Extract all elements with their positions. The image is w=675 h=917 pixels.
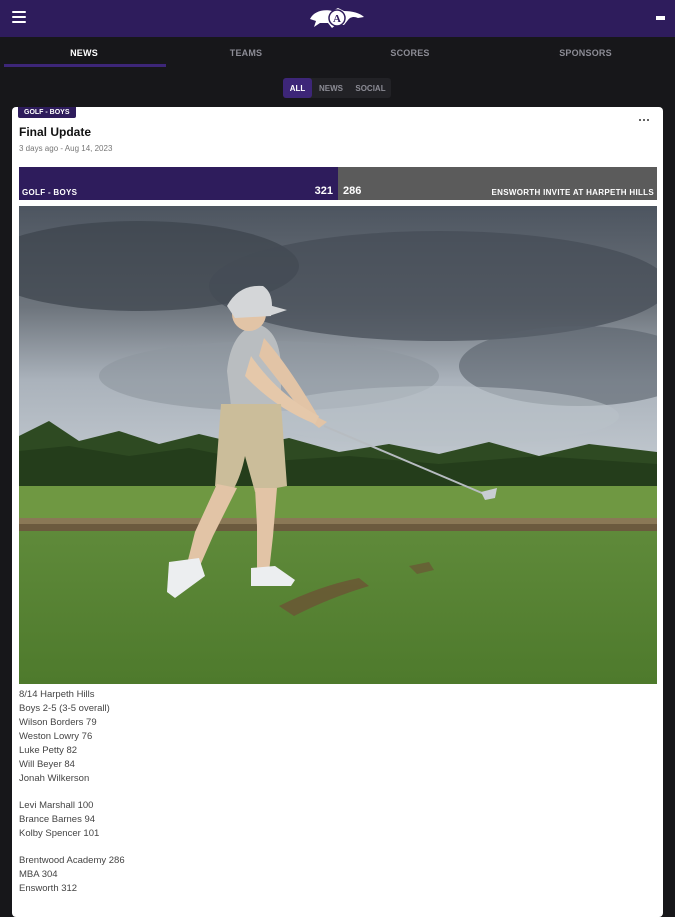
active-tab-indicator: [4, 64, 166, 67]
home-team-name: GOLF - BOYS: [22, 188, 78, 197]
home-team-panel: GOLF - BOYS 321: [19, 167, 338, 200]
post-line: Weston Lowry 76: [19, 731, 93, 742]
sport-badge: GOLF - BOYS: [18, 107, 76, 118]
home-score: 321: [314, 185, 333, 197]
score-banner[interactable]: GOLF - BOYS 321 286 ENSWORTH INVITE AT H…: [19, 167, 657, 200]
post-line: Jonah Wilkerson: [19, 773, 90, 784]
app-header: A: [0, 0, 675, 37]
post-line: Brance Barnes 94: [19, 814, 96, 825]
card-more-icon[interactable]: [638, 118, 652, 124]
post-body: 8/14 Harpeth Hills Boys 2-5 (3-5 overall…: [19, 688, 639, 896]
post-line: Wilson Borders 79: [19, 717, 97, 728]
post-line: Kolby Spencer 101: [19, 828, 100, 839]
event-name: ENSWORTH INVITE AT HARPETH HILLS: [491, 188, 654, 197]
post-line: Will Beyer 84: [19, 759, 75, 770]
hamburger-menu-icon[interactable]: [12, 11, 26, 25]
post-line: Boys 2-5 (3-5 overall): [19, 703, 110, 714]
post-line: Brentwood Academy 286: [19, 855, 125, 866]
post-title: Final Update: [19, 125, 92, 139]
post-timestamp: 3 days ago - Aug 14, 2023: [19, 144, 113, 153]
post-line: MBA 304: [19, 869, 58, 880]
tab-sponsors[interactable]: SPONSORS: [496, 37, 675, 68]
mustang-logo-icon[interactable]: A: [304, 3, 370, 33]
news-post-card[interactable]: GOLF - BOYS Final Update 3 days ago - Au…: [12, 107, 663, 917]
feed-filter: ALL NEWS SOCIAL: [283, 78, 391, 98]
tab-teams[interactable]: TEAMS: [168, 37, 324, 68]
post-line: 8/14 Harpeth Hills: [19, 689, 95, 700]
opponent-score: 286: [343, 185, 362, 197]
golfer-swing-photo: [19, 206, 657, 684]
filter-social[interactable]: SOCIAL: [350, 78, 391, 98]
svg-text:A: A: [333, 13, 341, 25]
filter-news[interactable]: NEWS: [312, 78, 350, 98]
opponent-panel: 286 ENSWORTH INVITE AT HARPETH HILLS: [338, 167, 657, 200]
post-line: Ensworth 312: [19, 883, 78, 894]
tab-scores[interactable]: SCORES: [324, 37, 496, 68]
post-line: Levi Marshall 100: [19, 800, 94, 811]
post-photo[interactable]: [19, 206, 657, 684]
more-icon[interactable]: [656, 16, 665, 20]
post-line: Luke Petty 82: [19, 745, 78, 756]
filter-all[interactable]: ALL: [283, 78, 312, 98]
